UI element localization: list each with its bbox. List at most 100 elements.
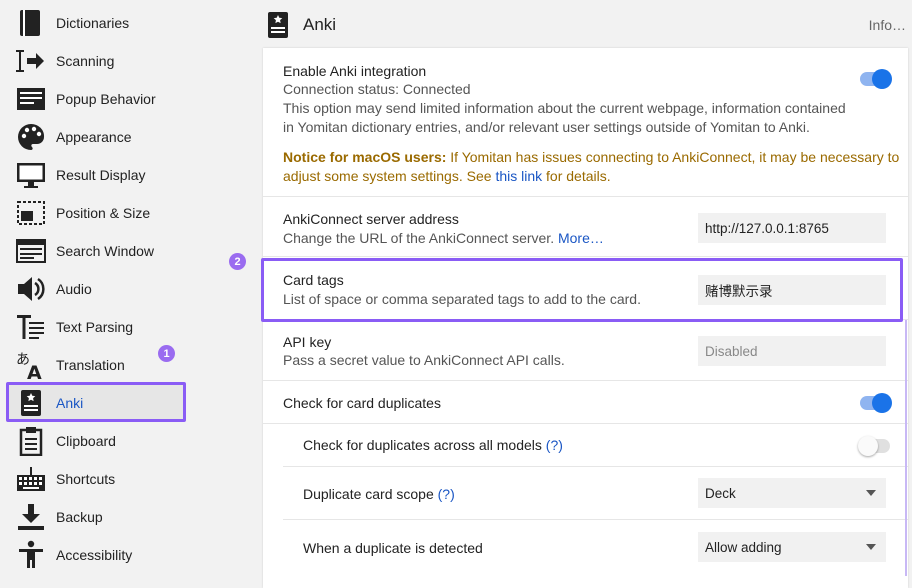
sidebar-item-label: Accessibility (56, 547, 133, 563)
sidebar-item-label: Audio (56, 281, 92, 297)
enable-anki-row: Enable Anki integration Connection statu… (263, 48, 908, 197)
sidebar-item-label: Translation (56, 357, 125, 373)
dup-scope-select[interactable]: Deck (698, 478, 886, 508)
step-badge-2: 2 (229, 253, 246, 270)
sidebar: Dictionaries Scanning Popup Behavior App… (0, 0, 250, 576)
toggle-knob (872, 69, 892, 89)
anki-card-icon (264, 10, 292, 40)
setting-title: When a duplicate is detected (303, 540, 483, 556)
sidebar-item-label: Scanning (56, 53, 115, 69)
select-value: Deck (705, 485, 736, 501)
sidebar-item-label: Shortcuts (56, 471, 116, 487)
chevron-down-icon (866, 490, 876, 496)
setting-description: Change the URL of the AnkiConnect server… (283, 229, 604, 248)
cursor-arrow-icon (16, 46, 46, 76)
help-link[interactable]: (?) (438, 486, 455, 502)
setting-description: in Yomitan dictionary entries, and/or re… (283, 119, 810, 135)
sidebar-item-label: Clipboard (56, 433, 116, 449)
svg-text:A: A (27, 362, 42, 380)
macos-help-link[interactable]: this link (495, 168, 542, 184)
sidebar-item-text-parsing[interactable]: Text Parsing (16, 308, 246, 346)
position-size-icon (16, 198, 46, 228)
sidebar-item-backup[interactable]: Backup (16, 498, 246, 536)
chevron-down-icon (866, 544, 876, 550)
sidebar-item-scanning[interactable]: Scanning (16, 42, 246, 80)
sidebar-item-accessibility[interactable]: Accessibility (16, 536, 246, 574)
dup-action-row: When a duplicate is detected Allow addin… (283, 520, 908, 576)
check-duplicates-toggle[interactable] (860, 393, 892, 413)
translation-icon: あA (16, 350, 46, 380)
sidebar-item-label: Dictionaries (56, 15, 130, 31)
server-address-row: AnkiConnect server address Change the UR… (263, 197, 908, 257)
description-text: Change the URL of the AnkiConnect server… (283, 230, 558, 246)
check-duplicates-row: Check for card duplicates (263, 381, 908, 424)
sidebar-item-translation[interactable]: あA Translation (16, 346, 246, 384)
connection-status: Connection status: Connected (283, 81, 471, 97)
sidebar-item-label: Appearance (56, 129, 132, 145)
setting-title: Check for duplicates across all models (… (303, 437, 563, 453)
sidebar-item-audio[interactable]: Audio (16, 270, 246, 308)
select-value: Allow adding (705, 539, 782, 555)
sidebar-item-position-size[interactable]: Position & Size (16, 194, 246, 232)
setting-title: Duplicate card scope (?) (303, 486, 455, 502)
toggle-knob (858, 436, 878, 456)
toggle-knob (872, 393, 892, 413)
setting-title: Check for card duplicates (283, 395, 441, 411)
sidebar-item-label: Backup (56, 509, 103, 525)
anki-card-icon (16, 388, 46, 418)
dup-action-select[interactable]: Allow adding (698, 532, 886, 562)
api-key-input[interactable]: Disabled (698, 336, 886, 366)
notice-text: for details. (542, 168, 611, 184)
sidebar-item-label: Result Display (56, 167, 146, 183)
dup-all-models-row: Check for duplicates across all models (… (283, 424, 908, 467)
book-icon (16, 8, 46, 38)
sidebar-item-shortcuts[interactable]: Shortcuts (16, 460, 246, 498)
text-parsing-icon (16, 312, 46, 342)
palette-icon (16, 122, 46, 152)
more-link[interactable]: More… (558, 230, 604, 246)
setting-description: Pass a secret value to AnkiConnect API c… (283, 352, 565, 368)
setting-description: This option may send limited information… (283, 100, 846, 116)
info-link[interactable]: Info… (869, 17, 906, 33)
notice-text: If Yomitan has issues connecting to Anki… (446, 149, 900, 165)
card-tags-highlight (261, 258, 903, 322)
setting-title-text: Check for duplicates across all models (303, 437, 542, 453)
setting-title: AnkiConnect server address (283, 211, 459, 227)
sidebar-item-label: Search Window (56, 243, 155, 259)
setting-title: API key (283, 334, 332, 350)
setting-title: Enable Anki integration (283, 63, 427, 79)
accessibility-icon (16, 540, 46, 570)
macos-notice-line2: adjust some system settings. See this li… (283, 167, 611, 186)
monitor-icon (16, 160, 46, 190)
sidebar-item-label: Position & Size (56, 205, 151, 221)
keyboard-icon (16, 464, 46, 494)
enable-anki-toggle[interactable] (860, 69, 892, 89)
sidebar-item-search-window[interactable]: Search Window (16, 232, 246, 270)
notice-text: adjust some system settings. See (283, 168, 496, 184)
step-badge-1: 1 (158, 345, 175, 362)
sidebar-item-popup-behavior[interactable]: Popup Behavior (16, 80, 246, 118)
speaker-icon (16, 274, 46, 304)
server-address-input[interactable]: http://127.0.0.1:8765 (698, 213, 886, 243)
sidebar-item-label: Text Parsing (56, 319, 134, 335)
notice-heading: Notice for macOS users: (283, 149, 447, 165)
sidebar-item-dictionaries[interactable]: Dictionaries (16, 4, 246, 42)
scrollbar[interactable] (905, 320, 907, 576)
setting-title-text: Duplicate card scope (303, 486, 434, 502)
dup-scope-row: Duplicate card scope (?) Deck (283, 467, 908, 520)
help-link[interactable]: (?) (546, 437, 563, 453)
sidebar-item-label: Popup Behavior (56, 91, 156, 107)
dup-all-models-toggle[interactable] (858, 436, 890, 456)
sidebar-item-label: Anki (56, 395, 84, 411)
popup-icon (16, 84, 46, 114)
macos-notice: Notice for macOS users: If Yomitan has i… (283, 148, 899, 167)
clipboard-icon (16, 426, 46, 456)
download-icon (16, 502, 46, 532)
api-key-row: API key Pass a secret value to AnkiConne… (263, 320, 908, 381)
sidebar-item-anki[interactable]: Anki (16, 384, 246, 422)
sidebar-item-appearance[interactable]: Appearance (16, 118, 246, 156)
page-title: Anki (303, 15, 337, 34)
search-window-icon (16, 236, 46, 266)
sidebar-item-result-display[interactable]: Result Display (16, 156, 246, 194)
sidebar-item-clipboard[interactable]: Clipboard (16, 422, 246, 460)
